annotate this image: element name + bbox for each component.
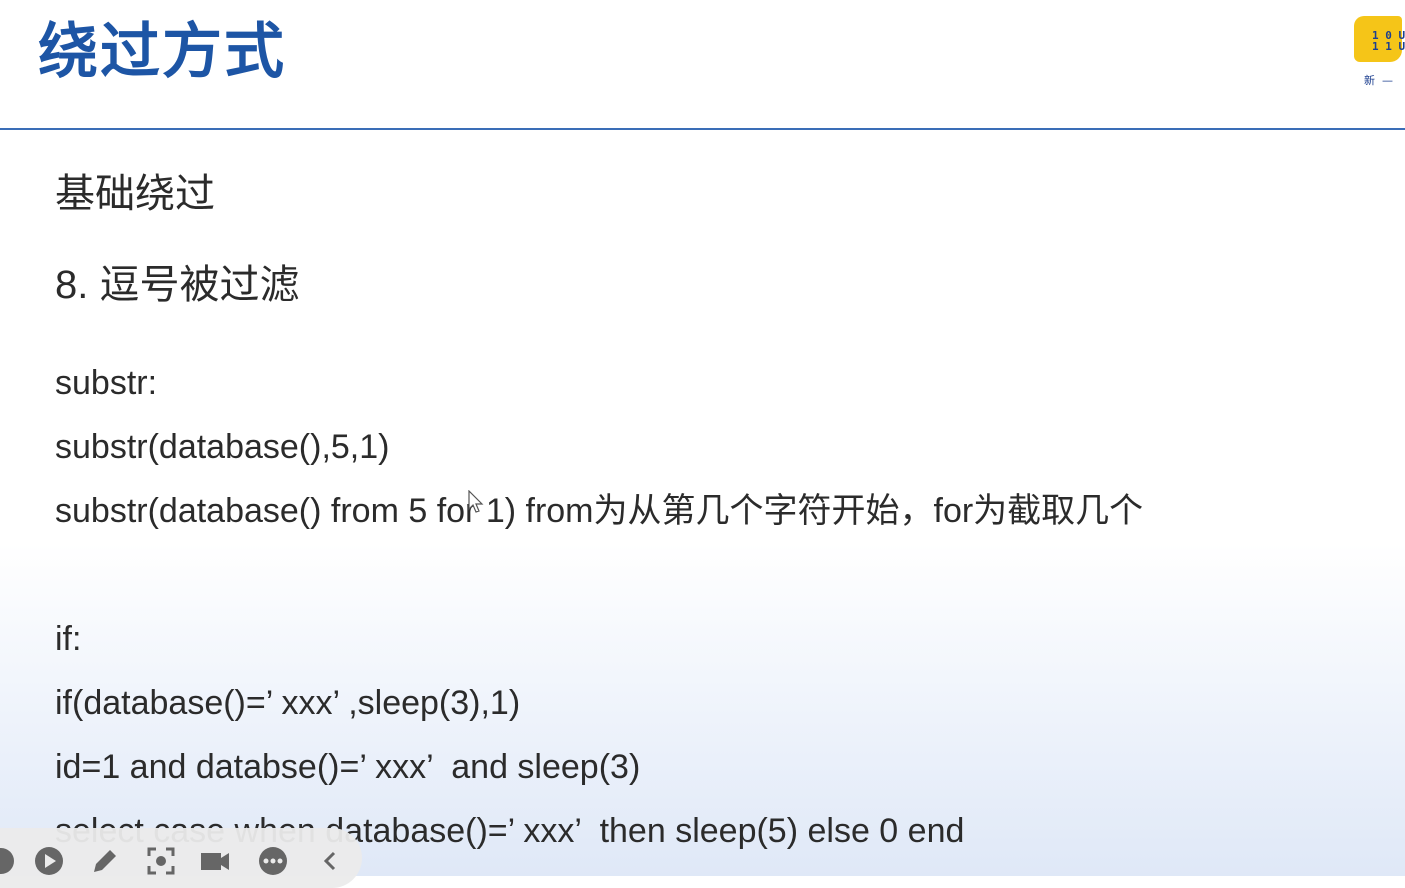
- text-line: if:: [55, 620, 82, 658]
- logo-bits-text: 1 0 U 1 1 U: [1372, 29, 1405, 53]
- record-dot-icon[interactable]: [0, 846, 16, 876]
- text-line: id=1 and databse()=’ xxx’ and sleep(3): [55, 748, 641, 786]
- subheading: 8. 逗号被过滤: [55, 263, 300, 307]
- mouse-cursor-icon: [468, 490, 484, 513]
- play-icon[interactable]: [34, 846, 64, 876]
- camera-icon[interactable]: [200, 846, 230, 876]
- text-line: if(database()=’ xxx’ ,sleep(3),1): [55, 684, 521, 722]
- section-heading: 基础绕过: [55, 172, 215, 216]
- collapse-chevron-icon[interactable]: [316, 846, 346, 876]
- pen-icon[interactable]: [90, 846, 120, 876]
- page-title: 绕过方式: [38, 17, 286, 87]
- more-icon[interactable]: [258, 846, 288, 876]
- brand-logo: 1 0 U 1 1 U 新 —: [1352, 14, 1405, 94]
- text-line: substr(database() from 5 for 1) from为从第几…: [55, 492, 1144, 530]
- text-line: substr(database(),5,1): [55, 428, 390, 466]
- logo-caption: 新 —: [1364, 74, 1393, 87]
- header-divider: [0, 128, 1405, 130]
- text-line: substr:: [55, 364, 158, 402]
- screenshot-icon[interactable]: [146, 846, 176, 876]
